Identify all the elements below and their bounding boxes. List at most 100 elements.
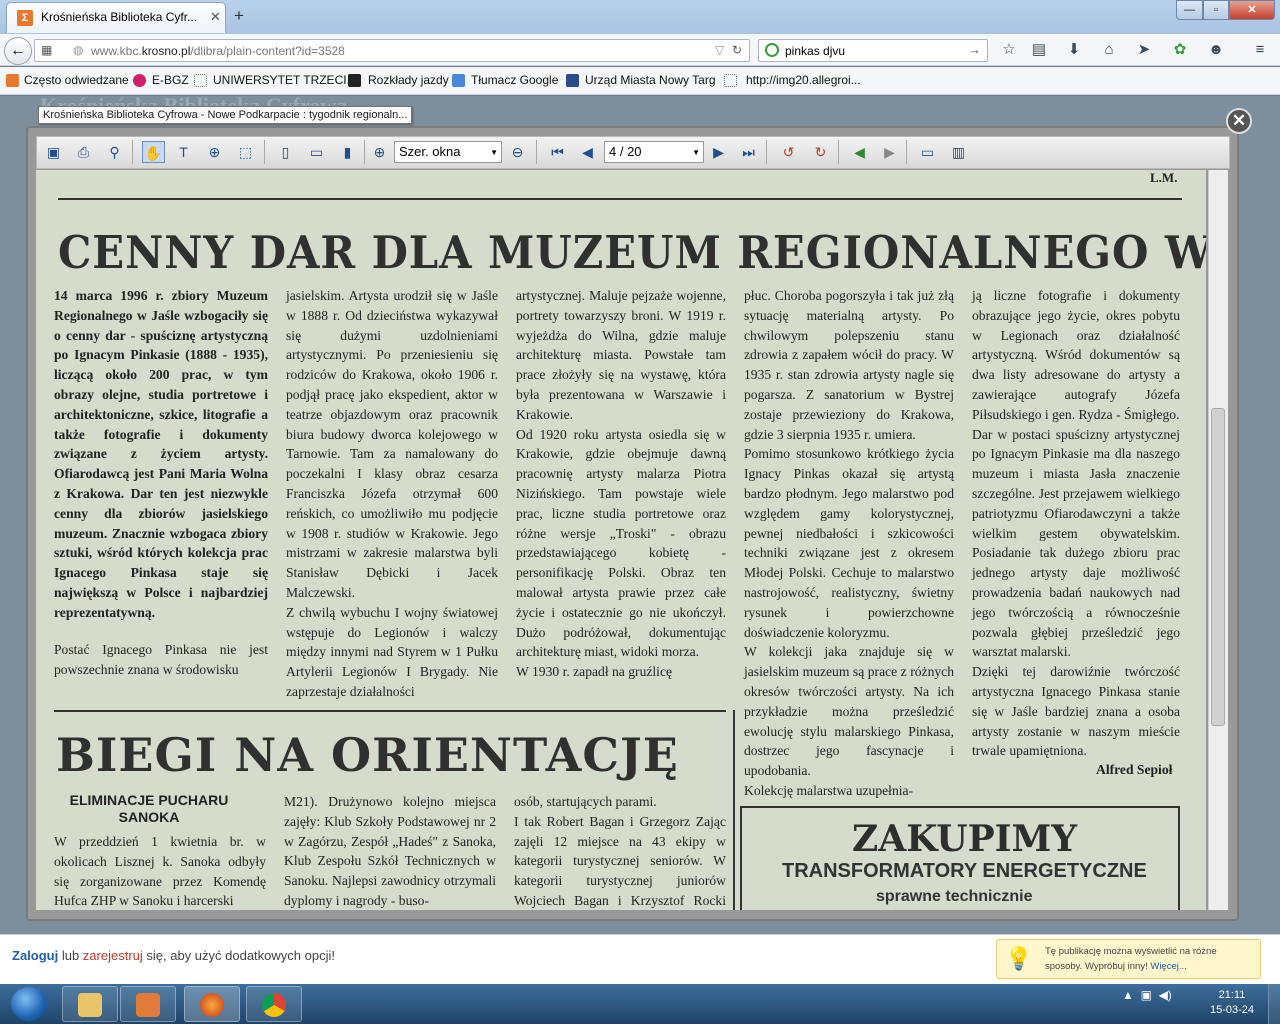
bookmark-item[interactable]: E-BGZ — [152, 73, 189, 87]
hand-tool-icon[interactable]: ✋ — [142, 141, 165, 163]
menu-icon[interactable]: ≡ — [1250, 40, 1270, 60]
folder-icon — [78, 993, 102, 1017]
library-favicon-icon: Σ — [17, 10, 33, 26]
show-hidden-icon[interactable]: ▲ — [1122, 988, 1134, 1002]
last-page-icon[interactable]: ⏭ — [737, 141, 760, 163]
ad-line: sprawne technicznie — [876, 888, 1033, 905]
system-tray[interactable]: ▲ ▣ ◀) — [1122, 988, 1172, 1002]
article2-headline: BIEGI NA ORIENTACJĘ — [56, 728, 679, 782]
article-author: Alfred Sepioł — [1096, 762, 1173, 777]
login-prompt: Zaloguj lub zarejestruj się, aby użyć do… — [12, 948, 335, 963]
bookmark-item[interactable]: Urząd Miasta Nowy Targ — [585, 73, 716, 87]
rotate-right-icon[interactable]: ↻ — [809, 141, 832, 163]
single-page-icon[interactable]: ▯ — [274, 141, 297, 163]
back-button[interactable]: ← — [4, 37, 32, 65]
start-button[interactable] — [2, 984, 56, 1024]
chat-icon[interactable]: ☻ — [1206, 40, 1226, 60]
scrollbar-thumb[interactable] — [1211, 408, 1225, 726]
region-select-icon[interactable]: ⬚ — [234, 141, 257, 163]
bookmark-item[interactable]: Tłumacz Google — [471, 73, 558, 87]
bookmark-item[interactable]: Często odwiedzane — [24, 73, 129, 87]
google-translate-icon — [452, 74, 465, 87]
address-bar[interactable]: ▦ ◍ www.kbc.krosno.pl/dlibra/plain-conte… — [34, 39, 750, 62]
dropdown-icon: ▼ — [490, 148, 498, 157]
taskbar-media-player[interactable] — [120, 986, 176, 1022]
home-icon[interactable]: ⌂ — [1099, 40, 1119, 60]
first-page-icon[interactable]: ⏮ — [546, 141, 569, 163]
volume-icon[interactable]: ◀) — [1159, 988, 1172, 1002]
network-icon[interactable]: ▣ — [1141, 988, 1152, 1002]
addon-icon[interactable]: ✿ — [1170, 40, 1190, 60]
toolbar-separator — [132, 140, 133, 164]
close-viewer-button[interactable]: ✕ — [1226, 108, 1252, 134]
top-initials: L.M. — [1150, 170, 1178, 185]
download-icon[interactable]: ⬇ — [1064, 40, 1084, 60]
article-column: płuc. Choroba pogorszyła i tak już złą s… — [744, 288, 954, 798]
back-history-icon[interactable]: ◀ — [848, 141, 871, 163]
timetable-icon — [348, 74, 361, 87]
find-icon[interactable]: ⚲ — [103, 141, 126, 163]
more-link[interactable]: Więcej... — [1150, 961, 1186, 972]
toolbar-separator — [906, 140, 907, 164]
advertisement-box: ZAKUPIMY TRANSFORMATORY ENERGETYCZNE spr… — [740, 806, 1180, 910]
clock[interactable]: 21:11 15-03-24 — [1204, 988, 1260, 1018]
url-text: www.kbc.krosno.pl/dlibra/plain-content?i… — [91, 44, 345, 58]
minimize-button[interactable]: — — [1176, 0, 1203, 20]
page-select[interactable]: 4 / 20 ▼ — [604, 141, 704, 163]
taskbar-chrome[interactable] — [246, 986, 302, 1022]
bookmark-folder-icon — [6, 74, 19, 87]
firefox-icon — [200, 993, 224, 1017]
tooltip: Krośnieńska Biblioteka Cyfrowa - Nowe Po… — [38, 106, 413, 124]
continuous-icon[interactable]: ▭ — [305, 141, 328, 163]
show-desktop-button[interactable] — [1268, 984, 1280, 1024]
article-column: Postać Ignacego Pinkasa nie jest powszec… — [54, 642, 268, 677]
zoom-select[interactable]: Szer. okna ▼ — [394, 141, 502, 163]
bookmark-item[interactable]: UNIWERSYTET TRZECI... — [213, 73, 357, 87]
browser-tab[interactable]: Σ Krośnieńska Biblioteka Cyfr... ✕ — [6, 2, 226, 33]
taskbar-firefox[interactable] — [184, 986, 240, 1022]
ebgz-icon — [133, 74, 146, 87]
dropdown-icon[interactable]: ▽ — [715, 43, 724, 57]
save-icon[interactable]: ▣ — [42, 141, 65, 163]
clock-time: 21:11 — [1218, 989, 1246, 1001]
login-link[interactable]: Zaloguj — [12, 948, 58, 963]
document-page: L.M. CENNY DAR DLA MUZEUM REGIONALNEGO W… — [36, 170, 1206, 910]
article2-column: osób, startujących parami. I tak Robert … — [514, 794, 726, 908]
text-select-icon[interactable]: T — [172, 141, 195, 163]
reading-list-icon[interactable]: ▤ — [1029, 40, 1049, 60]
bookmark-item[interactable]: Rozkłady jazdy — [368, 73, 449, 87]
divider-rule — [58, 198, 1182, 200]
film-strip-icon[interactable]: ▥ — [947, 141, 970, 163]
toolbar-separator — [264, 140, 265, 164]
register-link[interactable]: zarejestruj — [83, 948, 143, 963]
forward-history-icon[interactable]: ▶ — [878, 141, 901, 163]
zoom-in-icon[interactable]: ⊕ — [368, 141, 391, 163]
ad-line: TRANSFORMATORY ENERGETYCZNE — [782, 860, 1147, 882]
next-page-icon[interactable]: ▶ — [707, 141, 730, 163]
print-icon[interactable]: ⎙ — [72, 141, 95, 163]
prev-page-icon[interactable]: ◀ — [576, 141, 599, 163]
bookmark-item[interactable]: http://img20.allegroi... — [746, 73, 861, 87]
tab-close-icon[interactable]: ✕ — [210, 9, 221, 25]
taskbar-explorer[interactable] — [62, 986, 118, 1022]
close-window-button[interactable]: ✕ — [1229, 0, 1275, 20]
search-input[interactable]: pinkas djvu — [785, 44, 845, 58]
library-grid-icon[interactable]: ▦ — [41, 43, 52, 57]
search-engine-icon[interactable] — [765, 43, 779, 57]
zoom-out-icon[interactable]: ⊖ — [506, 141, 529, 163]
new-tab-icon[interactable]: + — [234, 6, 244, 26]
reload-icon[interactable]: ↻ — [732, 43, 742, 57]
coat-of-arms-icon — [566, 74, 579, 87]
facing-pages-icon[interactable]: ▮ — [336, 141, 359, 163]
tab-title: Krośnieńska Biblioteka Cyfr... — [41, 10, 198, 24]
star-icon[interactable]: ☆ — [999, 40, 1019, 60]
search-go-icon[interactable]: → — [968, 42, 981, 57]
send-icon[interactable]: ➤ — [1134, 40, 1154, 60]
maximize-button[interactable]: ▫ — [1203, 0, 1229, 20]
search-bar[interactable]: pinkas djvu → — [758, 39, 988, 62]
zoom-tool-icon[interactable]: ⊕ — [203, 141, 226, 163]
rotate-left-icon[interactable]: ↺ — [777, 141, 800, 163]
article-column: artystycznej. Maluje pejzaże wojenne, po… — [516, 288, 726, 680]
thumbnails-icon[interactable]: ▭ — [916, 141, 939, 163]
page-value: 4 / 20 — [609, 144, 642, 159]
